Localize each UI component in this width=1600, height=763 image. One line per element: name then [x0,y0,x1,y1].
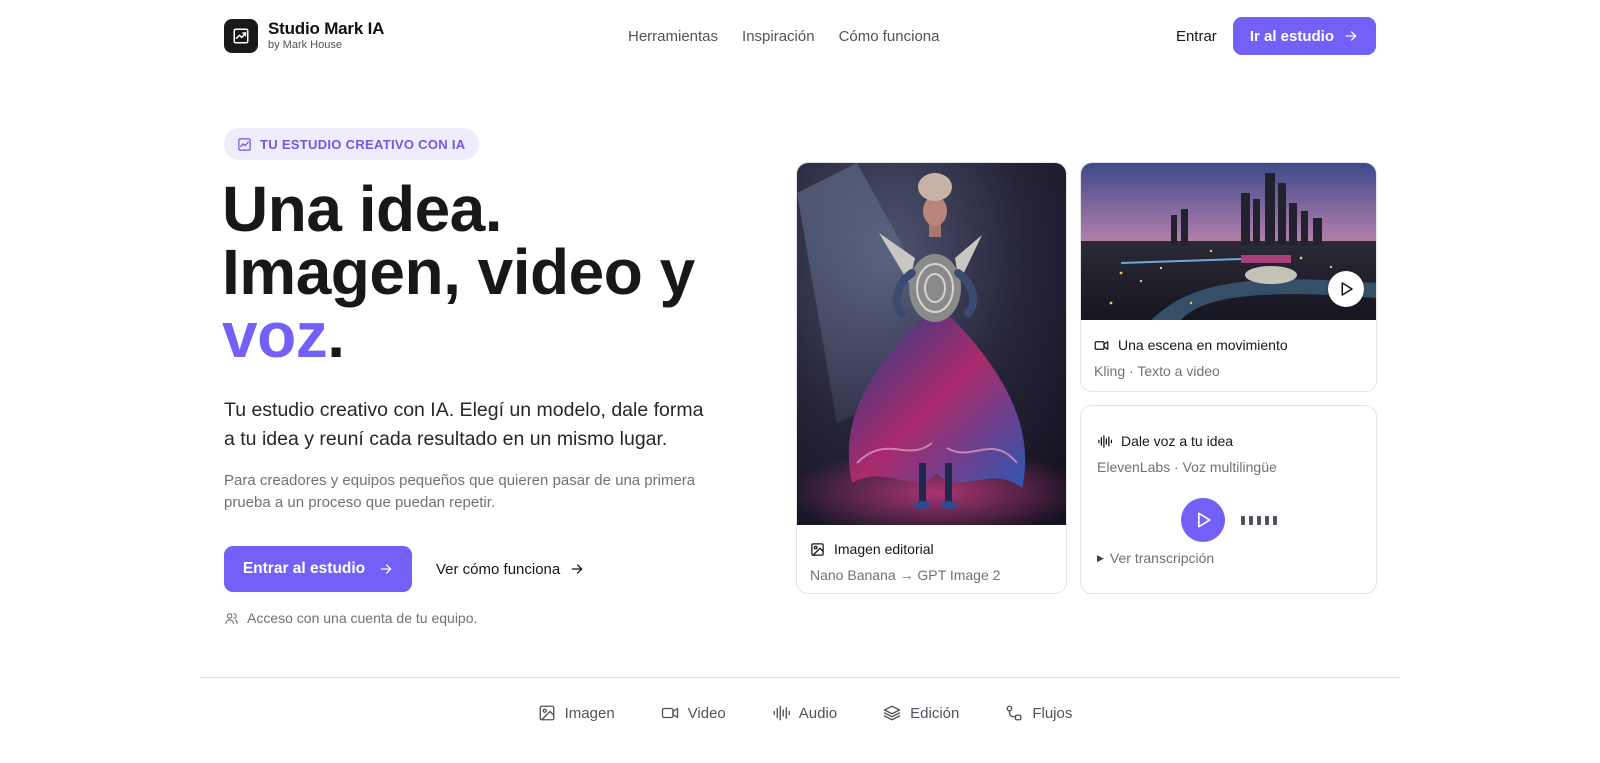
brand-subtitle: by Mark House [268,39,342,51]
nav-link-como-funciona[interactable]: Cómo funciona [839,28,940,45]
nav-link-inspiracion[interactable]: Inspiración [742,28,815,45]
transcript-label: Ver transcripción [1109,550,1215,566]
arrow-right-icon [380,564,392,574]
scene-card-title: Una escena en movimiento [1118,337,1288,353]
waveform-icon [1098,434,1112,448]
tab-video[interactable]: Video [651,704,726,722]
image-icon [539,705,555,721]
video-icon [1094,340,1109,350]
chart-image-icon [224,19,258,53]
show-transcript-toggle[interactable]: ▶ Ver transcripción [1097,550,1214,566]
brand[interactable]: Studio Mark IA by Mark House [224,19,384,53]
go-to-studio-button[interactable]: Ir al estudio [1232,17,1376,55]
hero-headline: Una idea. Imagen, video y voz. [222,177,695,367]
how-it-works-label: Ver cómo funciona [436,560,561,578]
tab-flujos-label: Flujos [1032,704,1073,722]
headline-line-1: Una idea. [222,173,503,245]
video-icon [661,707,678,719]
audio-waveform [1241,515,1277,525]
headline-period: . [327,299,345,371]
hero-lead: Tu estudio creativo con IA. Elegí un mod… [224,399,704,450]
access-note-text: Acceso con una cuenta de tu equipo. [247,610,478,626]
play-audio-button[interactable] [1181,498,1225,542]
enter-studio-label: Entrar al estudio [242,560,366,577]
feature-tabs: Imagen Video Audio Edición Flujos [0,704,1600,722]
chart-image-icon [238,137,251,151]
tab-flujos[interactable]: Flujos [995,704,1072,722]
video-scene-card[interactable]: Una escena en movimiento Kling · Texto a… [1080,162,1377,392]
top-nav: Studio Mark IA by Mark House Herramienta… [224,17,1376,55]
tab-audio-label: Audio [798,704,838,722]
editorial-image [797,163,1066,525]
go-to-studio-label: Ir al estudio [1249,27,1334,45]
triangle-right-icon: ▶ [1097,552,1104,563]
users-icon [225,612,238,624]
nav-link-herramientas[interactable]: Herramientas [628,28,718,45]
waveform-icon [773,705,790,721]
section-divider [200,677,1400,678]
tab-edicion-label: Edición [910,704,960,722]
audio-player [1181,498,1277,542]
editorial-image-card[interactable]: Imagen editorial Nano Banana → GPT Image… [796,162,1067,594]
tab-video-label: Video [687,704,726,722]
enter-studio-button[interactable]: Entrar al estudio [224,546,412,592]
editorial-card-meta: Nano Banana → GPT Image 2 [810,567,1001,583]
voice-card-meta: ElevenLabs · Voz multilingüe [1097,459,1277,475]
main-nav: Herramientas Inspiración Cómo funciona [628,17,939,55]
layers-icon [883,705,901,721]
headline-accent: voz [222,299,328,371]
scene-card-meta: Kling · Texto a video [1094,363,1220,379]
voice-card[interactable]: Dale voz a tu idea ElevenLabs · Voz mult… [1080,405,1377,594]
tab-edicion[interactable]: Edición [873,704,959,722]
tab-audio[interactable]: Audio [762,704,837,722]
tab-imagen[interactable]: Imagen [528,704,615,722]
access-note: Acceso con una cuenta de tu equipo. [224,610,477,626]
tab-imagen-label: Imagen [564,704,615,722]
brand-name: Studio Mark IA [268,19,385,38]
voice-card-title: Dale voz a tu idea [1121,433,1234,449]
hero-subtext: Para creadores y equipos pequeños que qu… [224,472,696,511]
eyebrow-text: TU ESTUDIO CREATIVO CON IA [260,136,466,152]
play-video-button[interactable] [1328,271,1364,307]
play-icon [1198,512,1211,528]
editorial-card-title: Imagen editorial [834,541,934,557]
login-link[interactable]: Entrar [1176,28,1217,45]
arrow-right-icon [571,564,583,574]
eyebrow-badge: TU ESTUDIO CREATIVO CON IA [224,128,480,160]
headline-line-2: Imagen, video y [222,236,695,308]
arrow-right-icon [1345,31,1357,41]
play-icon [1341,282,1353,296]
flow-icon [1006,705,1022,721]
image-icon [811,542,824,556]
how-it-works-link[interactable]: Ver cómo funciona [436,546,584,592]
